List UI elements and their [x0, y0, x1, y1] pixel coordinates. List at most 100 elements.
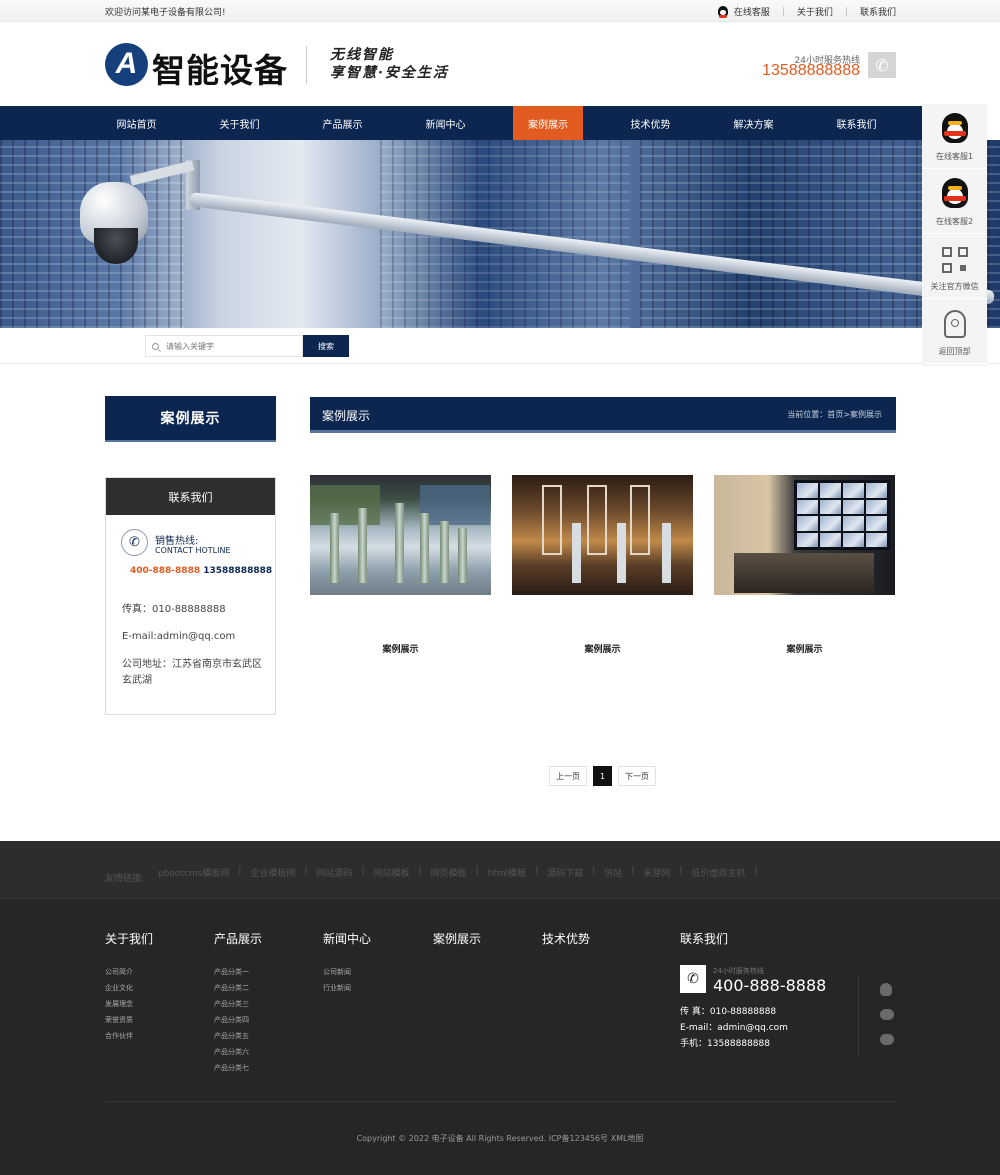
top-links: 在线客服 | 关于我们 | 联系我们: [717, 5, 896, 18]
footer-column-title[interactable]: 新闻中心: [323, 930, 371, 947]
qq-icon: [717, 6, 728, 18]
control-desk: [734, 553, 874, 593]
friend-link[interactable]: pbootcms模板网: [158, 866, 229, 879]
search-input[interactable]: [166, 341, 296, 351]
footer-link[interactable]: 合作伙伴: [105, 1028, 153, 1044]
pagination: 上一页 1 下一页: [549, 766, 656, 786]
footer-column-title[interactable]: 关于我们: [105, 930, 153, 947]
nav-item-cases[interactable]: 案例展示: [513, 106, 583, 140]
page-number[interactable]: 1: [593, 766, 612, 786]
footer-column-title[interactable]: 技术优势: [542, 930, 590, 947]
hotline-numbers: 400-888-8888 13588888888: [130, 566, 272, 576]
image-detail: [420, 485, 490, 525]
footer-link[interactable]: 产品分类七: [214, 1060, 262, 1076]
logo-letter: A: [115, 47, 138, 80]
float-label: 在线客服2: [935, 217, 974, 226]
image-detail: [587, 485, 607, 555]
friend-link[interactable]: 网页模板: [431, 866, 467, 879]
wechat-icon[interactable]: [880, 1009, 894, 1020]
qq-icon: [941, 113, 968, 143]
case-caption[interactable]: 案例展示: [714, 642, 895, 655]
footer-link[interactable]: 公司简介: [105, 964, 153, 980]
search-button[interactable]: 搜索: [303, 335, 349, 357]
hotline-number-2: 13588888888: [203, 566, 273, 576]
email-text: E-mail:admin@qq.com: [122, 631, 236, 642]
case-image[interactable]: [512, 475, 693, 595]
qq-icon[interactable]: [880, 983, 892, 996]
nav-item-news[interactable]: 新闻中心: [394, 106, 497, 140]
friend-link[interactable]: 企业模板网: [250, 866, 295, 879]
float-qq-2[interactable]: 在线客服2: [922, 169, 987, 234]
hotline-title: 销售热线:: [155, 536, 199, 547]
phone-icon: ✆: [121, 529, 148, 556]
prev-page-button[interactable]: 上一页: [549, 766, 587, 786]
friend-link[interactable]: 网站模板: [374, 866, 410, 879]
address-text: 公司地址：江苏省南京市玄武区玄武湖: [122, 659, 262, 686]
float-back-to-top[interactable]: 返回顶部: [922, 299, 987, 364]
phone-icon: ✆: [868, 52, 896, 78]
contact-link[interactable]: 联系我们: [860, 5, 896, 18]
divider: [306, 46, 307, 84]
main-nav: 网站首页 关于我们 产品展示 新闻中心 案例展示 技术优势 解决方案 联系我们: [0, 106, 922, 140]
online-service-link[interactable]: 在线客服: [734, 5, 770, 18]
case-image[interactable]: [714, 475, 895, 595]
footer-link[interactable]: 发展理念: [105, 996, 153, 1012]
image-detail: [395, 503, 404, 583]
divider: |: [844, 6, 848, 17]
footer-column-title[interactable]: 产品展示: [214, 930, 262, 947]
float-wechat[interactable]: 关注官方微信: [922, 234, 987, 299]
case-caption[interactable]: 案例展示: [512, 642, 693, 655]
footer-hotline-number: 400-888-8888: [713, 976, 827, 995]
search-icon: [152, 342, 159, 350]
footer-link[interactable]: 产品分类三: [214, 996, 262, 1012]
divider: [858, 975, 859, 1055]
next-page-button[interactable]: 下一页: [618, 766, 656, 786]
nav-item-products[interactable]: 产品展示: [291, 106, 394, 140]
friend-link[interactable]: 源码下载: [547, 866, 583, 879]
float-qq-1[interactable]: 在线客服1: [922, 104, 987, 169]
footer-link[interactable]: 产品分类四: [214, 1012, 262, 1028]
nav-item-tech[interactable]: 技术优势: [599, 106, 702, 140]
footer-column-about: 关于我们 公司简介 企业文化 发展理念 荣誉资质 合作伙伴: [105, 930, 153, 1044]
search-box: [145, 335, 303, 357]
footer-link[interactable]: 产品分类六: [214, 1044, 262, 1060]
case-card[interactable]: 案例展示: [714, 475, 895, 655]
hotline-subtitle: CONTACT HOTLINE: [155, 546, 231, 555]
footer-link[interactable]: 行业新闻: [323, 980, 371, 996]
breadcrumb[interactable]: 当前位置：首页>案例展示: [787, 409, 882, 420]
case-card[interactable]: 案例展示: [512, 475, 693, 655]
weibo-icon[interactable]: [880, 1034, 894, 1045]
logo-text[interactable]: 智能设备: [152, 44, 288, 92]
footer-link[interactable]: 产品分类一: [214, 964, 262, 980]
friend-link[interactable]: 网站源码: [316, 866, 352, 879]
image-detail: [458, 528, 467, 583]
nav-item-solutions[interactable]: 解决方案: [702, 106, 805, 140]
case-card[interactable]: 案例展示: [310, 475, 491, 655]
about-link[interactable]: 关于我们: [797, 5, 833, 18]
friend-link[interactable]: 低价虚拟主机: [691, 866, 745, 879]
friend-link[interactable]: 米芽网: [643, 866, 670, 879]
footer-link[interactable]: 产品分类二: [214, 980, 262, 996]
nav-item-contact[interactable]: 联系我们: [805, 106, 908, 140]
top-bar: 欢迎访问某电子设备有限公司! 在线客服 | 关于我们 | 联系我们: [0, 0, 1000, 22]
footer-link[interactable]: 产品分类五: [214, 1028, 262, 1044]
slogan-line-2: 享智慧·安全生活: [330, 65, 449, 81]
case-image[interactable]: [310, 475, 491, 595]
copyright: Copyright © 2022 电子设备 All Rights Reserve…: [356, 1134, 644, 1143]
float-label: 在线客服1: [935, 152, 974, 161]
friend-link[interactable]: 仿站: [604, 866, 622, 879]
image-detail: [330, 513, 339, 583]
footer-link[interactable]: 荣誉资质: [105, 1012, 153, 1028]
nav-item-home[interactable]: 网站首页: [85, 106, 188, 140]
footer-column-title[interactable]: 案例展示: [433, 930, 481, 947]
footer-contact-title: 联系我们: [680, 932, 729, 946]
friend-link[interactable]: html模板: [488, 866, 527, 879]
footer-link[interactable]: 公司新闻: [323, 964, 371, 980]
phone-icon: ✆: [680, 965, 706, 993]
case-caption[interactable]: 案例展示: [310, 642, 491, 655]
nav-item-about[interactable]: 关于我们: [188, 106, 291, 140]
footer-link[interactable]: 企业文化: [105, 980, 153, 996]
logo-icon[interactable]: A: [105, 43, 148, 86]
contact-panel: 联系我们 ✆ 销售热线: CONTACT HOTLINE 400-888-888…: [105, 477, 276, 715]
footer-column-products: 产品展示 产品分类一 产品分类二 产品分类三 产品分类四 产品分类五 产品分类六…: [214, 930, 262, 1076]
